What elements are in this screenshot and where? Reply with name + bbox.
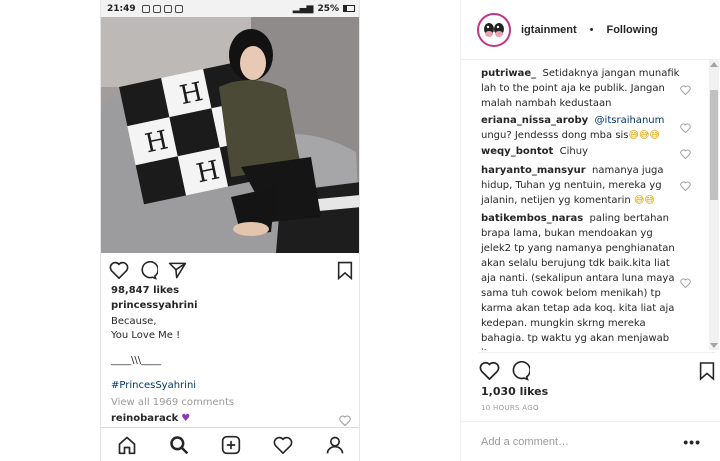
comment-username[interactable]: weqy_bontot [481, 146, 553, 157]
comment-username[interactable]: batikembos_naras [481, 213, 583, 224]
profile-icon[interactable] [325, 435, 345, 455]
more-options-icon[interactable]: ••• [683, 434, 701, 450]
comment-emoji: 😅😅😅 [628, 130, 660, 141]
header-separator: • [589, 23, 594, 36]
comments-scrollbar[interactable] [709, 60, 719, 350]
notification-icon [174, 4, 183, 13]
status-bar: 21:49 ▂▄▆ 25% [101, 0, 359, 17]
comment-item: eriana_nissa_aroby @itsraihanum ungu? Je… [481, 113, 681, 143]
add-comment-bar: ••• [461, 421, 720, 461]
following-button[interactable]: Following [606, 24, 657, 36]
comment-item: batikembos_naras paling bertahan brapa l… [481, 211, 681, 350]
comment-like-heart-icon[interactable] [680, 275, 691, 293]
comment-text: ungu? Jendesss dong mba sis [481, 130, 629, 141]
activity-heart-icon[interactable] [273, 436, 293, 454]
post-header: igtainment • Following [461, 0, 720, 60]
phone-likes-count: 98,847 likes [111, 285, 180, 296]
scrollbar-thumb[interactable] [710, 90, 718, 200]
comment-icon[interactable] [510, 360, 530, 381]
notification-icon [152, 4, 161, 13]
status-right: ▂▄▆ 25% [293, 4, 355, 14]
scroll-up-arrow-icon[interactable] [710, 62, 718, 67]
phone-commenter-username[interactable]: reinobarack [111, 413, 178, 424]
bookmark-icon[interactable] [699, 361, 715, 381]
post-side-panel: igtainment • Following putriwae_ Setidak… [460, 0, 720, 461]
purple-heart-icon: ♥ [181, 413, 191, 424]
post-timestamp: 10 HOURS AGO [481, 404, 539, 412]
search-icon[interactable] [169, 435, 189, 455]
comment-item: haryanto_mansyur namanya juga hidup, Tuh… [481, 163, 681, 208]
phone-bottom-nav [101, 427, 359, 461]
view-all-comments-link[interactable]: View all 1969 comments [111, 397, 234, 408]
comment-like-heart-icon[interactable] [680, 82, 691, 100]
battery-percent: 25% [317, 3, 339, 14]
like-heart-icon[interactable] [479, 361, 500, 380]
post-photo-image: H H H H [101, 17, 359, 253]
share-icon[interactable] [168, 261, 187, 280]
comment-icon[interactable] [139, 260, 158, 280]
home-icon[interactable] [117, 435, 137, 455]
cow-logo-icon [481, 16, 507, 43]
comment-item: weqy_bontot Cihuy [481, 144, 681, 159]
comment-emoji: 😅😅 [633, 195, 655, 206]
comment-username[interactable]: putriwae_ [481, 68, 536, 79]
caption-hashtag[interactable]: #PrincesSyahrini [111, 380, 196, 391]
notification-icon [141, 4, 150, 13]
battery-icon [343, 5, 355, 12]
notification-icons [141, 4, 183, 13]
post-author-username[interactable]: igtainment [521, 24, 577, 36]
comment-text: Cihuy [559, 146, 588, 157]
comment-mention[interactable]: @itsraihanum [595, 115, 665, 126]
likes-count[interactable]: 1,030 likes [481, 385, 548, 398]
comment-username[interactable]: eriana_nissa_aroby [481, 115, 588, 126]
post-actions [479, 352, 715, 382]
avatar[interactable] [477, 12, 511, 47]
caption-divider: ____\\\____ [111, 355, 162, 366]
add-icon[interactable] [221, 435, 241, 455]
phone-comment: reinobarack ♥ [111, 413, 190, 424]
scroll-down-arrow-icon[interactable] [710, 343, 718, 348]
comment-text: paling bertahan brapa lama, bukan mendoa… [481, 213, 675, 350]
comment-like-heart-icon[interactable] [680, 120, 691, 138]
comment-item: putriwae_ Setidaknya jangan munafik lah … [481, 66, 681, 111]
bookmark-icon[interactable] [337, 261, 353, 280]
post-photo: H H H H [101, 17, 359, 253]
phone-post-owner[interactable]: princessyahrini [111, 300, 198, 311]
comments-list: putriwae_ Setidaknya jangan munafik lah … [461, 60, 707, 350]
phone-post-actions [109, 259, 353, 281]
signal-icon: ▂▄▆ [292, 3, 314, 14]
instagram-notification-icon [163, 4, 172, 13]
comment-like-heart-icon[interactable] [680, 178, 691, 196]
add-comment-input[interactable] [481, 435, 671, 448]
comment-like-heart-icon[interactable] [680, 146, 691, 164]
heart-icon[interactable] [109, 261, 129, 279]
phone-screenshot: 21:49 ▂▄▆ 25% H H H 98,847 likes princes… [100, 0, 360, 461]
caption-line: Because, [111, 316, 157, 327]
status-time: 21:49 [107, 3, 136, 14]
comment-username[interactable]: haryanto_mansyur [481, 165, 586, 176]
caption-line: You Love Me ! [111, 330, 181, 341]
